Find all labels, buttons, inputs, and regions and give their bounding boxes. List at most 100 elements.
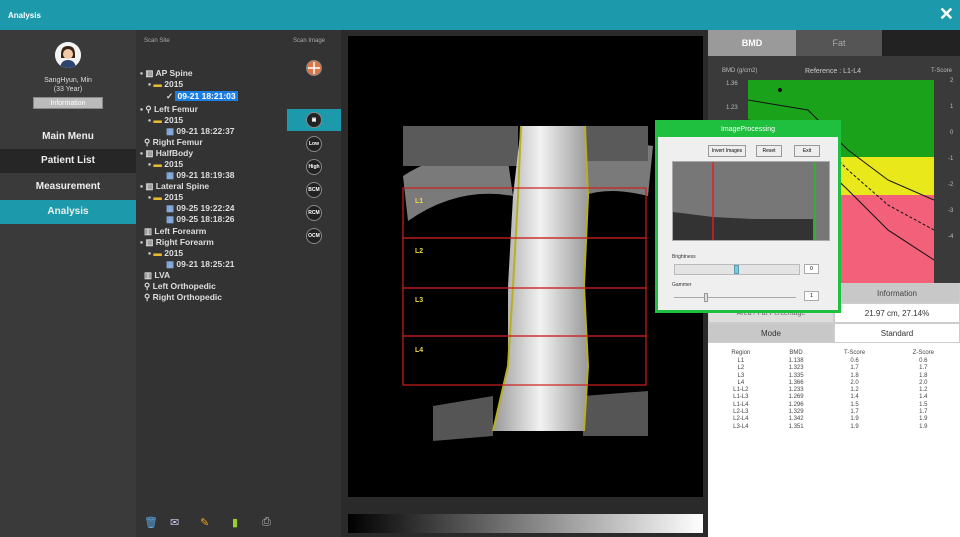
brightness-slider-thumb[interactable] xyxy=(734,265,739,274)
tab-fat[interactable]: Fat xyxy=(796,30,882,56)
table-cell: 1.7 xyxy=(919,365,928,372)
region-label-l1: L1 xyxy=(415,198,424,205)
table-cell: 1.335 xyxy=(788,372,804,379)
tree-item[interactable]: ⚲ Right Femur xyxy=(144,137,203,147)
mode-row: Mode Standard xyxy=(708,323,960,343)
tree-item[interactable]: ▥ LVA xyxy=(144,270,170,280)
col-header: Region xyxy=(731,350,751,356)
spine-scan-image xyxy=(402,125,653,441)
tree-item[interactable]: ⚲ Left Orthopedic xyxy=(144,281,216,291)
grayscale-bar xyxy=(348,514,703,533)
scan-site-panel: Scan Site ▪ ▥ AP Spine ▪ ▬ 2015 ✓ 09-21 … xyxy=(136,30,287,537)
tree-item[interactable]: ▪ ⚲ Left Femur xyxy=(140,104,198,114)
chart-reference: Reference : L1-L4 xyxy=(805,68,862,75)
mode-value[interactable]: Standard xyxy=(834,323,960,343)
information-button[interactable]: Information xyxy=(33,97,103,109)
t-tick: -4 xyxy=(948,234,954,240)
nav-main-menu[interactable]: Main Menu xyxy=(0,125,136,149)
chart-ylabel: BMD (g/cm2) xyxy=(722,68,758,74)
table-cell: 1.351 xyxy=(788,423,804,430)
table-cell: L1-L2 xyxy=(733,387,749,394)
nav-patient-list[interactable]: Patient List xyxy=(0,149,136,173)
results-table: Region BMD T-Score Z-Score L1 1.138 0.6 0.6… xyxy=(710,348,958,431)
database-icon[interactable]: ▮ xyxy=(232,516,238,529)
exit-button[interactable]: Exit xyxy=(794,145,820,157)
table-row: L2 1.323 1.7 1.7 xyxy=(710,365,958,372)
histogram[interactable] xyxy=(672,161,830,241)
tree-item[interactable]: ▥ Left Forearm xyxy=(144,226,206,236)
tree-item[interactable]: ▪ ▬ 2015 xyxy=(148,79,183,89)
mail-icon[interactable]: ✉ xyxy=(170,516,179,529)
tree-item[interactable]: ▦ 09-21 18:25:21 xyxy=(166,259,235,269)
table-cell: 1.366 xyxy=(788,379,804,386)
invert-images-button[interactable]: Invert Images xyxy=(708,145,746,157)
tree-item[interactable]: ✓ 09-21 18:21:03 xyxy=(166,91,238,101)
image-processing-dialog: ImageProcessing Invert Images Reset Exit… xyxy=(655,120,841,313)
pencil-icon[interactable]: ✎ xyxy=(200,516,209,529)
brightness-slider[interactable] xyxy=(674,264,800,275)
tree-item[interactable]: ⚲ Right Orthopedic xyxy=(144,292,222,302)
col-header: T-Score xyxy=(844,350,866,356)
tree-item[interactable]: ▦ 09-21 18:19:38 xyxy=(166,170,235,180)
chart-y-tick: 1.36 xyxy=(726,81,738,87)
trash-icon[interactable]: 🗑 xyxy=(144,516,158,529)
spine-image-icon[interactable]: ▣ xyxy=(306,112,322,128)
gamma-slider[interactable] xyxy=(674,293,796,302)
low-button[interactable]: Low xyxy=(306,136,322,152)
table-cell: 1.7 xyxy=(850,409,859,416)
table-row: L1-L3 1.269 1.4 1.4 xyxy=(710,394,958,401)
table-cell: 1.5 xyxy=(850,401,859,408)
rcm-button[interactable]: RCM xyxy=(306,205,322,221)
tree-item[interactable]: ▪ ▥ Lateral Spine xyxy=(140,181,209,191)
reset-button[interactable]: Reset xyxy=(756,145,782,157)
gamma-value[interactable]: 1 xyxy=(804,291,819,301)
brightness-label: Brightness xyxy=(672,254,696,260)
tree-item[interactable]: ▪ ▬ 2015 xyxy=(148,115,183,125)
high-button[interactable]: High xyxy=(306,159,322,175)
tree-item[interactable]: ▪ ▬ 2015 xyxy=(148,192,183,202)
close-icon[interactable]: ✕ xyxy=(939,5,954,23)
tree-item[interactable]: ▪ ▬ 2015 xyxy=(148,248,183,258)
scan-site-toolbar: 🗑 ✉ ✎ ▮ ⎙ xyxy=(140,516,280,534)
table-cell: L2 xyxy=(737,365,745,372)
bcm-button[interactable]: BCM xyxy=(306,182,322,198)
avatar xyxy=(55,42,81,68)
tab-information[interactable]: Information xyxy=(834,283,960,303)
table-cell: L1 xyxy=(737,358,745,364)
table-row: L2-L4 1.342 1.9 1.9 xyxy=(710,416,958,423)
table-row: L3 1.335 1.8 1.8 xyxy=(710,373,958,380)
table-cell: 1.296 xyxy=(788,401,804,408)
area-value: 21.97 cm, 27.14% xyxy=(834,303,960,323)
results-tabs: BMD Fat xyxy=(708,30,960,56)
gamma-slider-thumb[interactable] xyxy=(703,293,708,302)
crosshair-icon[interactable] xyxy=(306,60,322,76)
region-label-l4: L4 xyxy=(415,347,424,354)
table-cell: L4 xyxy=(737,379,745,386)
table-cell: 1.2 xyxy=(919,387,928,394)
table-cell: 1.7 xyxy=(919,409,928,416)
tree-item[interactable]: ▪ ▥ HalfBody xyxy=(140,148,193,158)
table-cell: 0.6 xyxy=(919,358,928,364)
table-cell: 1.2 xyxy=(850,387,859,394)
window-title: Analysis xyxy=(8,11,41,20)
table-cell: 2.0 xyxy=(919,379,928,386)
scan-image-viewer[interactable]: L1 L2 L3 L4 xyxy=(348,36,703,497)
printer-icon[interactable]: ⎙ xyxy=(262,516,271,529)
table-row: L4 1.366 2.0 2.0 xyxy=(710,380,958,387)
nav-measurement[interactable]: Measurement xyxy=(0,175,136,199)
table-cell: 1.9 xyxy=(919,423,928,430)
tree-item[interactable]: ▦ 09-25 18:18:26 xyxy=(166,214,235,224)
brightness-value[interactable]: 0 xyxy=(804,264,819,274)
tree-item[interactable]: ▦ 09-25 19:22:24 xyxy=(166,203,235,213)
tab-bmd[interactable]: BMD xyxy=(708,30,796,56)
tree-item[interactable]: ▦ 09-21 18:22:37 xyxy=(166,126,235,136)
patient-name-text: SangHyun, Min xyxy=(44,77,92,84)
table-cell: 1.233 xyxy=(788,387,804,394)
tree-item[interactable]: ▪ ▥ AP Spine xyxy=(140,68,193,78)
tree-item[interactable]: ▪ ▬ 2015 xyxy=(148,159,183,169)
table-row: L2-L3 1.329 1.7 1.7 xyxy=(710,409,958,416)
scan-image-panel: Scan Image ▣ Low High BCM RCM OCM xyxy=(287,30,341,537)
ocm-button[interactable]: OCM xyxy=(306,228,322,244)
tree-item[interactable]: ▪ ▥ Right Forearm xyxy=(140,237,214,247)
nav-analysis[interactable]: Analysis xyxy=(0,200,136,224)
